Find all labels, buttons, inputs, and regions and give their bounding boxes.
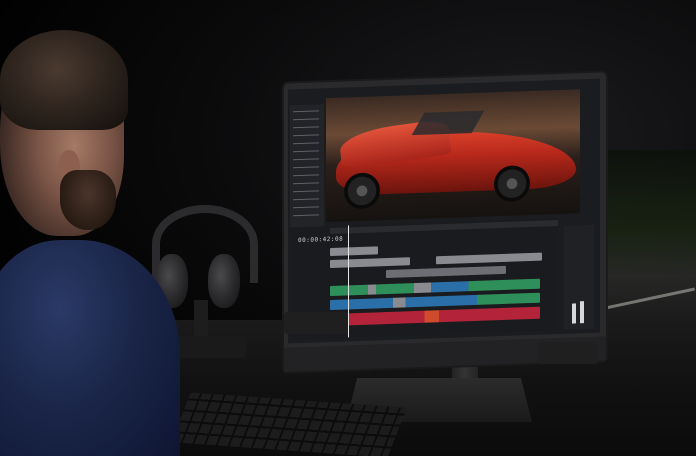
car-rear-wheel: [494, 165, 530, 203]
editor-side-panel: [290, 104, 324, 234]
audio-track-a3: [330, 306, 540, 327]
timeline-playhead: [348, 225, 349, 338]
car-front-wheel: [344, 172, 380, 210]
person-hair: [0, 30, 128, 130]
photo-scene: 00:00:42:08: [0, 0, 696, 456]
timeline-clip: [330, 246, 378, 257]
timeline-clip: [386, 265, 506, 279]
right-speaker-bar: [538, 342, 598, 364]
timeline-timecode: 00:00:42:08: [298, 235, 344, 245]
headphones-right-cup: [208, 254, 240, 308]
timeline-clip: [436, 252, 542, 265]
left-speaker-bar: [284, 312, 348, 334]
timeline-clip: [330, 257, 410, 269]
headphones-stand: [194, 300, 208, 340]
timeline-ruler: [330, 220, 558, 235]
video-preview: [326, 89, 580, 223]
audio-meter: [564, 224, 594, 330]
person-beard: [60, 170, 116, 230]
monitor-screen: 00:00:42:08: [288, 78, 600, 344]
